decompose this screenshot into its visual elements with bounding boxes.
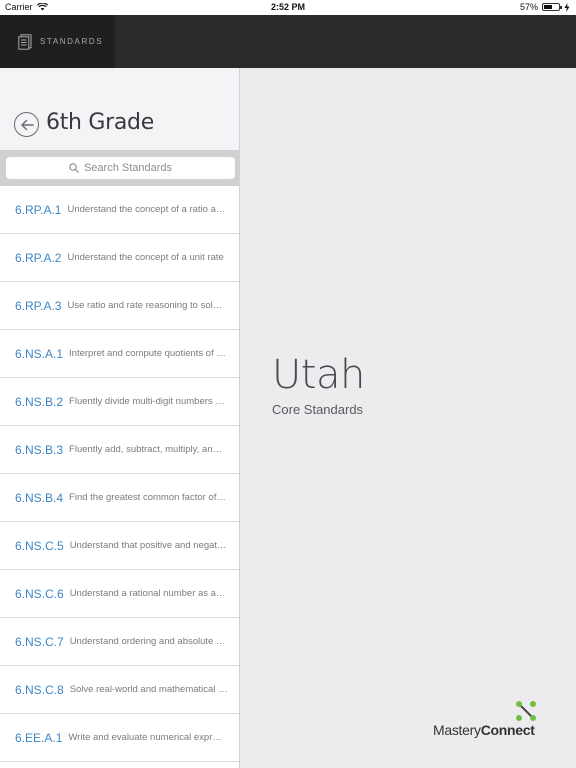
- brand-wordmark: MasteryConnect: [433, 722, 535, 738]
- standard-code: 6.NS.C.6: [15, 586, 64, 601]
- back-button[interactable]: [14, 112, 39, 137]
- standard-description: Interpret and compute quotients of fract…: [69, 348, 228, 359]
- standard-code: 6.NS.B.3: [15, 442, 64, 457]
- standard-row[interactable]: 6.NS.B.4 Find the greatest common factor …: [0, 474, 239, 522]
- search-input[interactable]: Search Standards: [6, 157, 235, 179]
- standard-row[interactable]: 6.NS.B.2 Fluently divide multi-digit numb…: [0, 378, 239, 426]
- standard-row[interactable]: 6.NS.C.7 Understand ordering and absolute…: [0, 618, 239, 666]
- battery-percent: 57%: [519, 2, 538, 12]
- standard-description: Fluently add, subtract, multiply, and di…: [69, 444, 227, 455]
- detail-pane: Utah Core Standards MasteryConnect: [241, 68, 576, 768]
- page-title: 6th Grade: [46, 110, 154, 135]
- state-subtitle: Core Standards: [272, 402, 364, 417]
- standard-code: 6.NS.C.8: [15, 682, 64, 697]
- masteryconnect-logo: MasteryConnect: [433, 698, 553, 742]
- standard-description: Understand the concept of a unit rate: [67, 252, 224, 263]
- standard-description: Find the greatest common factor of two w…: [69, 492, 227, 503]
- standards-sidebar: 6th Grade Search Standards 6.RP.A.1 Under…: [0, 68, 240, 768]
- standard-code: 6.NS.C.5: [15, 538, 64, 553]
- standard-description: Understand a rational number as a point …: [69, 588, 228, 599]
- standards-tab[interactable]: STANDARDS: [0, 15, 115, 68]
- standard-row[interactable]: 6.NS.C.8 Solve real-world and mathematica…: [0, 666, 239, 714]
- search-icon: [69, 163, 79, 173]
- battery-icon: [542, 3, 562, 11]
- brand-name-bold: Connect: [480, 722, 535, 738]
- standard-row[interactable]: 6.NS.B.3 Fluently add, subtract, multiply…: [0, 426, 239, 474]
- search-placeholder: Search Standards: [83, 162, 173, 174]
- top-bar: STANDARDS: [0, 15, 576, 68]
- brand-name-light: Mastery: [433, 722, 481, 738]
- state-title: Utah: [272, 352, 365, 398]
- standard-description: Understand ordering and absolute value o…: [69, 636, 228, 647]
- standard-row[interactable]: 6.NS.C.5 Understand that positive and neg…: [0, 522, 239, 570]
- arrow-left-icon: [20, 119, 34, 130]
- standard-code: 6.NS.B.4: [15, 490, 64, 505]
- standard-code: 6.RP.A.3: [15, 298, 62, 313]
- standard-description: Write and evaluate numerical expressions…: [68, 732, 226, 743]
- masteryconnect-mark-icon: [516, 701, 536, 721]
- status-time: 2:52 PM: [270, 2, 305, 12]
- status-bar: Carrier 2:52 PM 57%: [0, 0, 576, 15]
- standard-row[interactable]: 6.EE.A.1 Write and evaluate numerical exp…: [0, 714, 239, 762]
- sidebar-header: 6th Grade: [0, 68, 239, 150]
- battery-tip: [560, 6, 562, 9]
- standard-row[interactable]: 6.RP.A.2 Understand the concept of a unit…: [0, 234, 239, 282]
- standard-description: Solve real-world and mathematical proble…: [69, 684, 228, 695]
- search-bar: Search Standards: [0, 150, 239, 186]
- standards-tab-label: STANDARDS: [40, 37, 104, 46]
- standard-code: 6.NS.C.7: [15, 634, 64, 649]
- document-stack-icon: [18, 33, 32, 50]
- standard-code: 6.EE.A.1: [15, 730, 63, 745]
- charging-icon: [564, 2, 570, 12]
- standard-description: Fluently divide multi-digit numbers usin…: [69, 396, 227, 407]
- standard-row[interactable]: 6.NS.A.1 Interpret and compute quotients …: [0, 330, 239, 378]
- standard-code: 6.RP.A.2: [15, 250, 62, 265]
- standard-code: 6.RP.A.1: [15, 202, 62, 217]
- standard-description: Understand the concept of a ratio and us…: [67, 204, 226, 215]
- standard-row[interactable]: 6.NS.C.6 Understand a rational number as …: [0, 570, 239, 618]
- standard-row[interactable]: 6.RP.A.3 Use ratio and rate reasoning to …: [0, 282, 239, 330]
- status-right: 57%: [520, 2, 570, 12]
- standard-description: Understand that positive and negative nu…: [69, 540, 228, 551]
- battery-fill: [544, 5, 552, 9]
- standard-description: Use ratio and rate reasoning to solve pr…: [67, 300, 225, 311]
- standards-list: 6.RP.A.1 Understand the concept of a rati…: [0, 186, 239, 762]
- standard-row[interactable]: 6.RP.A.1 Understand the concept of a rati…: [0, 186, 239, 234]
- standard-code: 6.NS.B.2: [15, 394, 64, 409]
- standard-code: 6.NS.A.1: [15, 346, 64, 361]
